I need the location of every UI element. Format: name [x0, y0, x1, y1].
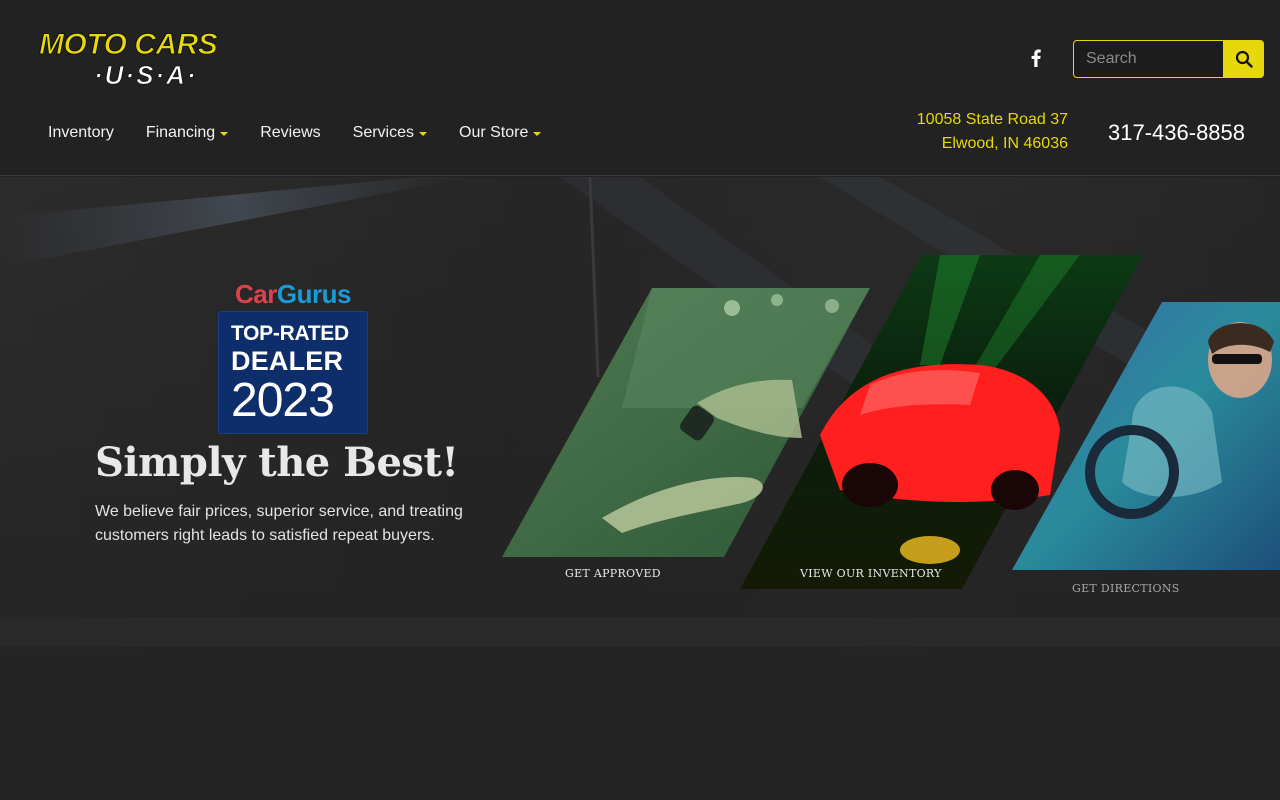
badge-year: 2023 [231, 374, 335, 427]
badge-box: TOP-RATED DEALER 2023 [218, 311, 368, 434]
logo-line-2: ·U·S·A· [94, 60, 198, 90]
nav-inventory[interactable]: Inventory [32, 116, 130, 150]
nav-financing[interactable]: Financing [130, 116, 244, 150]
nav-inventory-label: Inventory [48, 124, 114, 141]
hero-title: Simply the Best! [95, 439, 459, 486]
nav-our-store-label: Our Store [459, 124, 529, 141]
search-icon [1235, 50, 1253, 68]
search-form [1073, 40, 1264, 78]
get-directions-card[interactable] [1012, 302, 1280, 574]
get-approved-label[interactable]: GET APPROVED [565, 567, 661, 580]
cargurus-gurus-text: Gurus [276, 279, 352, 309]
get-directions-label[interactable]: GET DIRECTIONS [1072, 582, 1180, 595]
moto-cars-usa-logo[interactable]: MOTO CARS ·U·S·A· [36, 26, 266, 91]
cargurus-top-rated-badge: Car Gurus TOP-RATED DEALER 2023 [218, 280, 368, 434]
phone-number-link[interactable]: 317-436-8858 [1108, 118, 1245, 148]
hero-description: We believe fair prices, superior service… [95, 503, 463, 544]
facebook-icon[interactable] [1024, 46, 1048, 70]
cargurus-car-text: Car [235, 279, 277, 309]
search-input[interactable] [1073, 40, 1223, 78]
main-nav: Inventory Financing Reviews Services Our… [32, 116, 557, 150]
view-inventory-label[interactable]: VIEW OUR INVENTORY [800, 567, 942, 580]
nav-services-label: Services [352, 124, 415, 141]
logo-graphic: MOTO CARS ·U·S·A· [39, 28, 219, 91]
address-line-1: 10058 State Road 37 [916, 111, 1068, 128]
nav-our-store[interactable]: Our Store [443, 116, 557, 150]
search-button[interactable] [1223, 40, 1264, 78]
address-line-2: Elwood, IN 46036 [941, 135, 1068, 152]
nav-reviews[interactable]: Reviews [244, 116, 336, 150]
logo-line-1: MOTO CARS [39, 28, 218, 61]
cargurus-logo: Car Gurus [218, 280, 368, 308]
driver-image [1012, 302, 1280, 570]
chevron-down-icon [533, 132, 542, 136]
badge-top-rated: TOP-RATED [231, 322, 349, 345]
chevron-down-icon [419, 132, 428, 136]
site-header: MOTO CARS ·U·S·A· Inventory Financing Re… [0, 0, 1280, 176]
badge-dealer: DEALER [231, 346, 344, 376]
chevron-down-icon [220, 132, 229, 136]
nav-services[interactable]: Services [337, 116, 443, 150]
nav-reviews-label: Reviews [260, 124, 321, 141]
store-address-link[interactable]: 10058 State Road 37 Elwood, IN 46036 [917, 108, 1068, 156]
nav-financing-label: Financing [145, 124, 216, 141]
hero-section: Car Gurus TOP-RATED DEALER 2023 Simply th… [0, 177, 1280, 800]
